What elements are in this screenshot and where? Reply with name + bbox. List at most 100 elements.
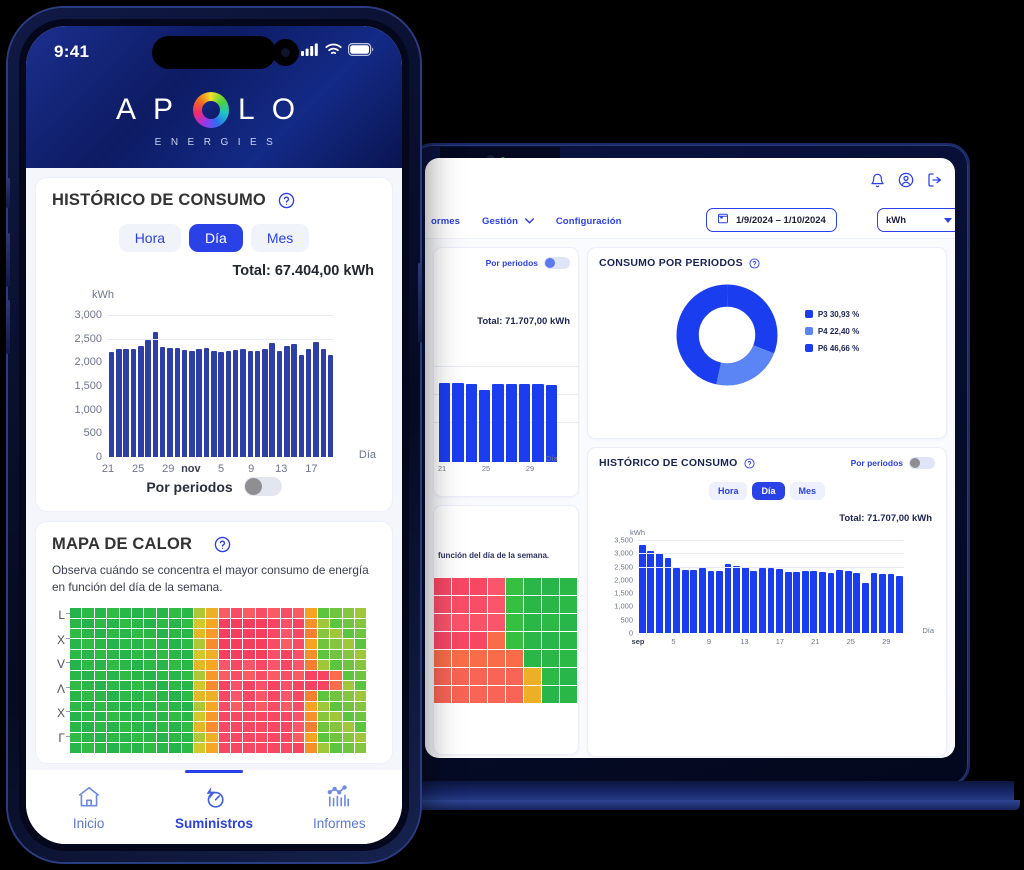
home-icon [75,784,103,813]
nav-tab-informes[interactable]: Informes [277,770,402,844]
heatmap-cell [131,670,144,680]
laptop-screen: ormes Gestión Configuración 1/9/2024 – 1… [425,158,955,758]
x-axis-label: Día [922,626,934,635]
help-circle-icon[interactable] [278,192,295,209]
heatmap-cell [144,639,156,649]
nav-item-informes[interactable]: ormes [431,216,460,227]
y-axis-tick: 2,000 [74,356,102,369]
heatmap-cell [488,614,505,631]
heatmap-cell [470,578,487,595]
heatmap-cell [82,639,94,649]
heatmap-cell [452,668,469,685]
heatmap-cell [82,628,94,639]
heatmap-cell [243,628,255,639]
heatmap-cell [144,701,156,712]
heatmap-cell [280,691,293,701]
bell-icon[interactable] [870,173,885,188]
heatmap-cell [317,743,330,753]
heatmap-cell [181,732,193,743]
bar [232,349,239,457]
x-axis-tick: 29 [882,637,891,646]
history-por-periodos-toggle[interactable]: Por periodos [851,457,935,469]
heatmap-cell [342,649,354,660]
user-circle-icon[interactable] [898,172,914,188]
heatmap-cell [560,650,577,667]
heatmap-cell [218,743,231,753]
toggle-label: Por periodos [850,458,903,468]
phone-front-camera-icon [272,39,299,66]
heatmap-cell [70,701,82,712]
chevron-down-icon [524,216,534,227]
laptop-base-front [398,800,1020,810]
segment-dia[interactable]: Día [752,482,785,500]
heatmap-cell [354,608,367,618]
heatmap-cell [330,680,342,691]
phone-volume-up-button[interactable] [6,233,10,287]
heatmap-cell [169,732,181,743]
heatmap-cell [560,596,577,613]
phone-volume-down-button[interactable] [6,300,10,354]
segment-hora[interactable]: Hora [118,224,182,252]
heatmap-cell [330,743,342,753]
segment-mes[interactable]: Mes [250,224,310,252]
segment-dia[interactable]: Día [189,224,243,252]
heatmap-cell [169,618,181,628]
logo-tagline: ENERGIES [154,137,283,148]
nav-item-configuracion[interactable]: Configuración [556,216,622,227]
phone-dynamic-island [152,36,276,69]
heatmap-cell [542,632,559,649]
calendar-icon [717,211,729,229]
heatmap-cell [156,639,169,649]
help-circle-icon[interactable] [214,536,231,553]
heatmap-cell [317,732,330,743]
history-card-title: HISTÓRICO DE CONSUMO [599,457,738,469]
phone-power-button[interactable] [418,263,422,343]
left-por-periodos-toggle[interactable]: Por periodos [486,257,570,269]
heatmap-row-tick [66,735,70,737]
date-range-picker[interactable]: 1/9/2024 – 1/10/2024 [706,208,837,232]
heatmap-cell [293,743,305,753]
heatmap-cell [193,639,206,649]
heatmap-cell [131,618,144,628]
nav-tab-inicio[interactable]: Inicio [26,770,151,844]
bar [225,350,232,457]
legend-item: P4 22,40 % [804,327,859,336]
heatmap-cell [330,701,342,712]
heatmap-cell [181,722,193,732]
phone-por-periodos-toggle[interactable]: Por periodos [36,471,392,511]
heatmap-cell [268,670,280,680]
heatmap-cell [560,686,577,703]
heatmap-cell [293,701,305,712]
heatmap-cell [268,722,280,732]
gridline [638,553,904,555]
nav-item-gestion[interactable]: Gestión [482,216,534,227]
bar [532,384,544,462]
help-circle-icon[interactable] [744,457,755,469]
phone-silent-switch[interactable] [6,178,10,208]
segment-hora[interactable]: Hora [708,482,748,500]
heatmap-cell [70,712,82,722]
bar [284,346,290,457]
bar [767,568,775,633]
gridline [108,315,334,316]
logout-icon[interactable] [927,172,943,188]
heatmap-cell [268,691,280,701]
y-axis-tick: 1,000 [614,601,633,611]
nav-label: Inicio [72,815,105,831]
heatmap-cell [181,712,193,722]
heatmap-cell [131,712,144,722]
bar [844,571,852,633]
unit-select[interactable]: kWh [877,208,955,232]
heatmap-cell [280,618,293,628]
heatmap-cell [231,618,243,628]
help-circle-icon[interactable] [749,257,760,269]
nav-tab-suministros[interactable]: Suministros [151,770,276,844]
heatmap-cell [156,701,169,712]
segment-mes[interactable]: Mes [789,482,826,500]
heatmap-cell [342,660,354,670]
heatmap-cell [330,628,342,639]
y-axis-tick: 500 [620,615,633,625]
heatmap-cell [305,670,317,680]
heatmap-cell [354,691,367,701]
bar [240,348,246,457]
